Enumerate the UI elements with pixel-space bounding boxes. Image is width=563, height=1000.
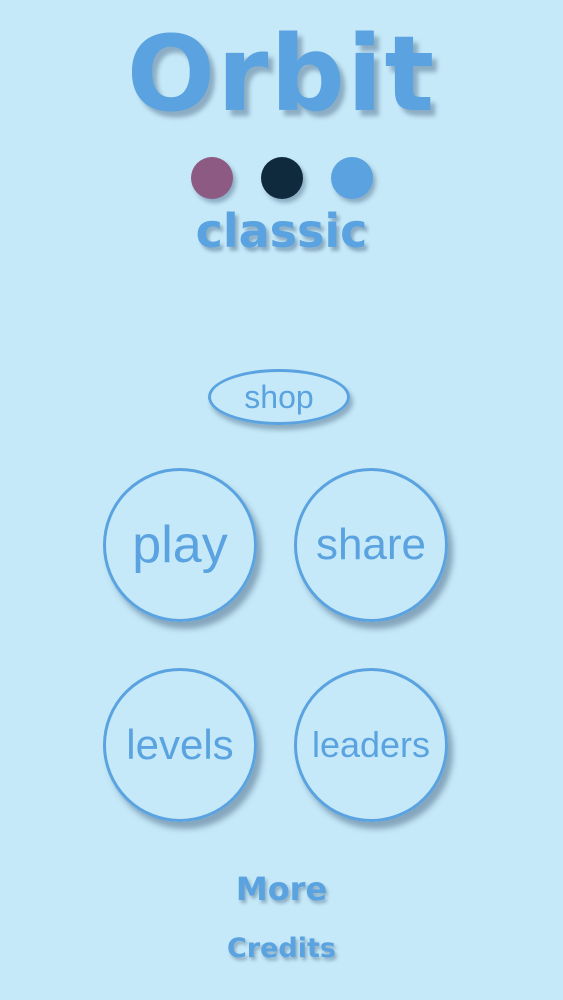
blue-dot xyxy=(330,157,373,199)
game-logo-subtitle: classic xyxy=(195,204,368,258)
share-button[interactable]: share xyxy=(294,468,448,622)
shop-button-label: shop xyxy=(244,378,314,415)
more-link[interactable]: More xyxy=(0,870,563,908)
shop-button[interactable]: shop xyxy=(208,369,350,425)
play-button-label: play xyxy=(132,516,228,574)
credits-link[interactable]: Credits xyxy=(0,933,563,964)
navy-dot xyxy=(260,157,303,199)
play-button[interactable]: play xyxy=(103,468,257,622)
game-logo-title: Orbit xyxy=(126,13,437,135)
main-menu-screen: Orbit classic shop play share levels lea… xyxy=(0,0,563,1000)
leaders-button[interactable]: leaders xyxy=(294,668,448,822)
purple-dot xyxy=(190,157,233,199)
share-button-label: share xyxy=(315,520,427,569)
logo-dots xyxy=(0,157,563,199)
leaders-button-label: leaders xyxy=(311,724,431,765)
levels-button-label: levels xyxy=(126,721,234,768)
levels-button[interactable]: levels xyxy=(103,668,257,822)
